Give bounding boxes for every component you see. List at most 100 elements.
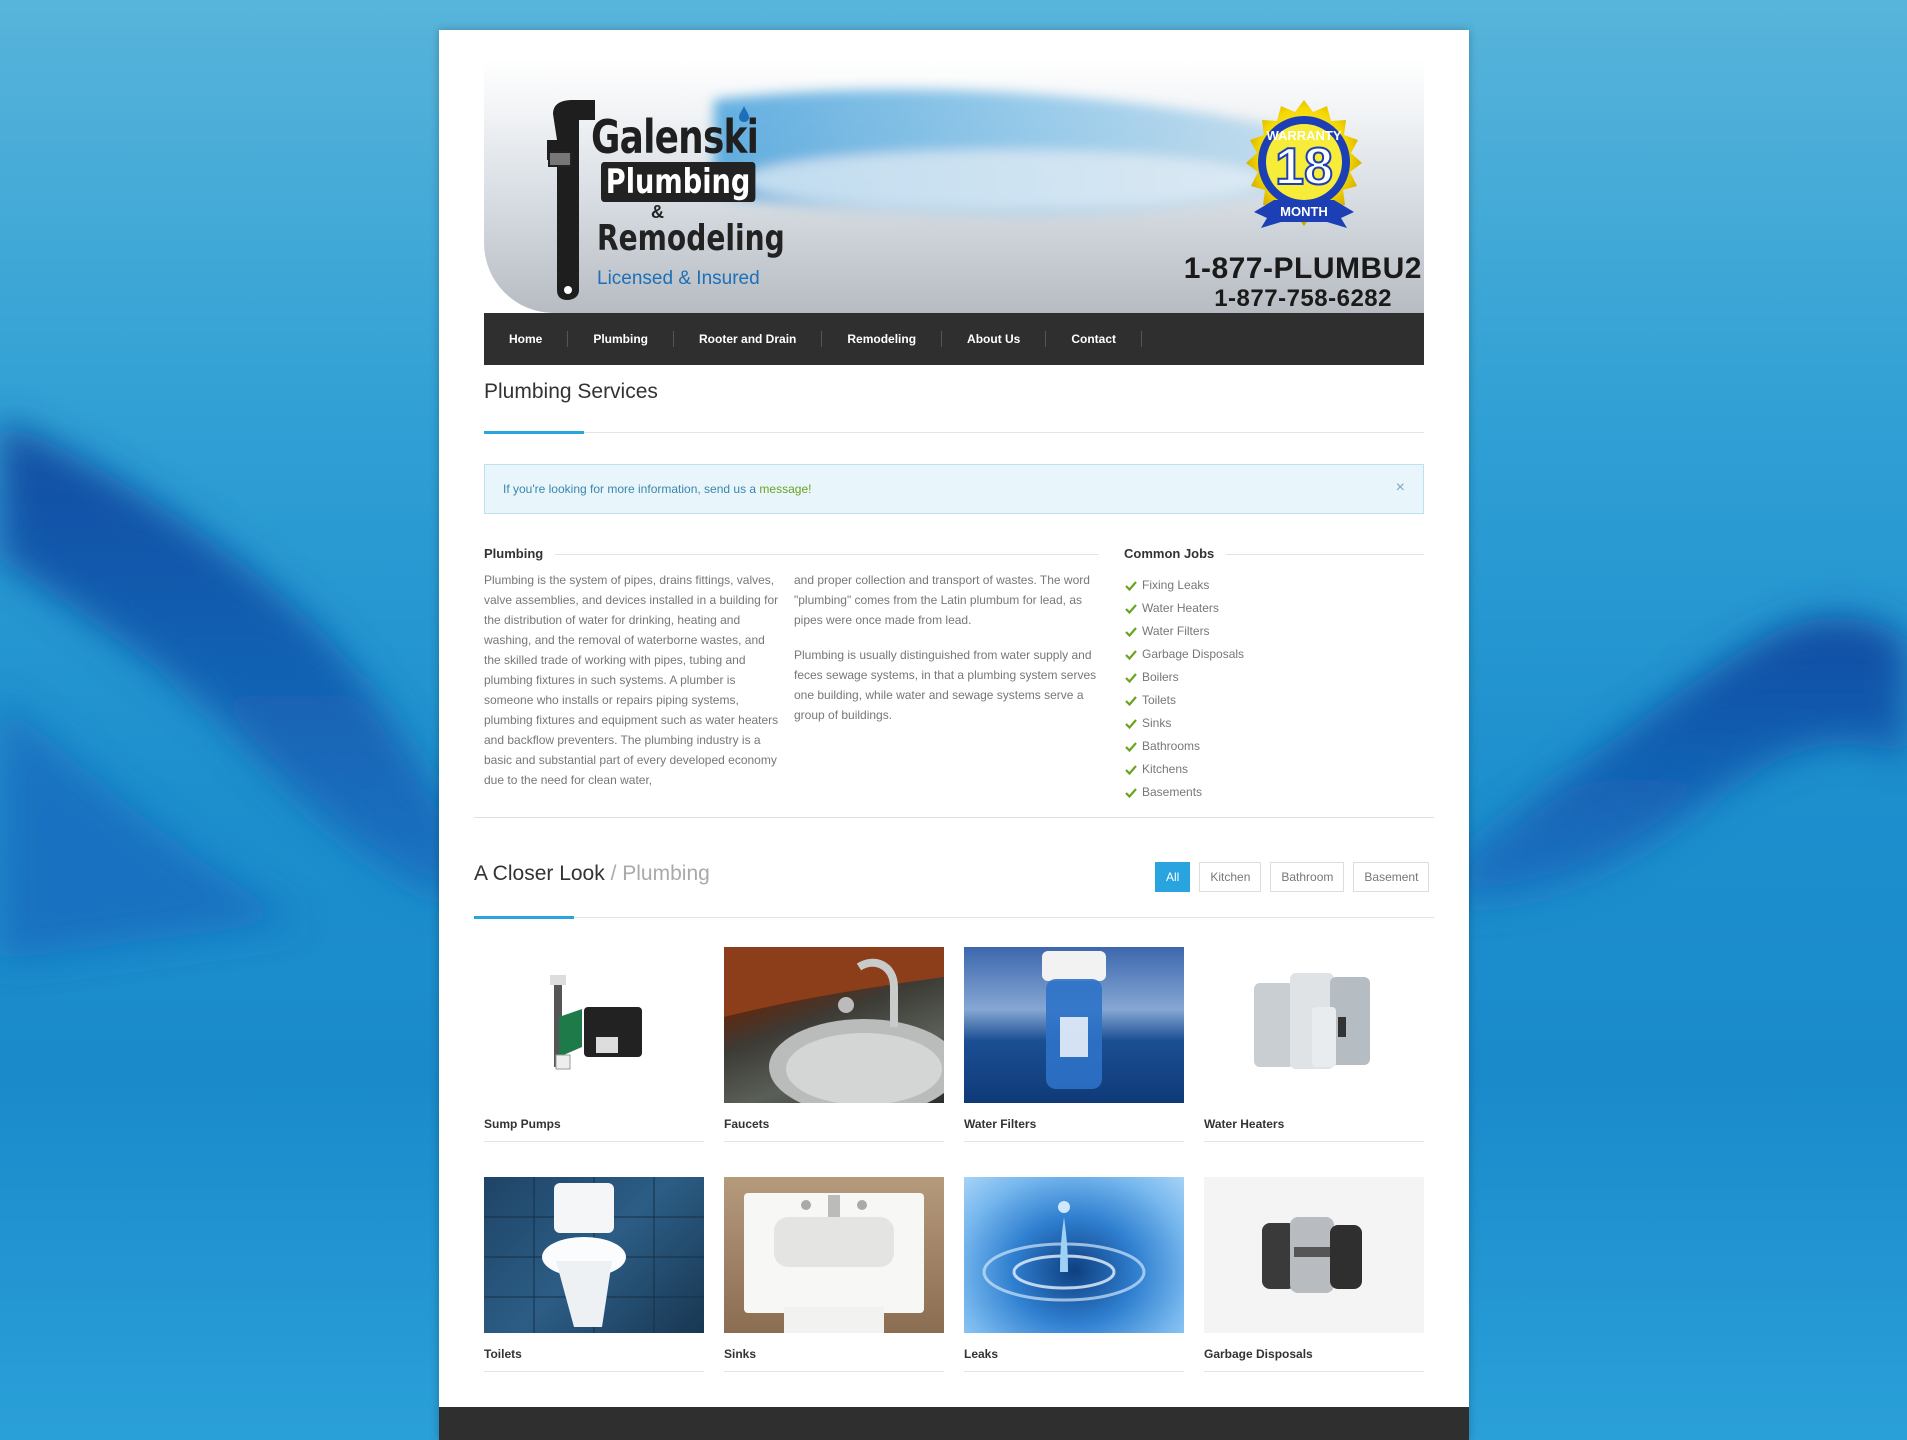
alert-text: If you're looking for more information, … [503,482,760,496]
list-item: Kitchens [1124,758,1244,781]
list-item: Fixing Leaks [1124,574,1244,597]
gallery-label[interactable]: Sinks [724,1347,944,1372]
job-label: Basements [1142,785,1203,799]
nav-about-us[interactable]: About Us [942,331,1047,347]
nav-remodeling[interactable]: Remodeling [822,331,943,347]
check-icon [1125,672,1137,683]
footer-bar [439,1407,1469,1440]
gallery-label[interactable]: Water Heaters [1204,1117,1424,1142]
check-icon [1125,626,1137,637]
title-divider [484,432,1424,433]
check-icon [1125,649,1137,660]
closer-look-subtitle: / Plumbing [604,862,710,885]
check-icon [1125,787,1137,798]
logo-name: Galenski [591,110,759,164]
check-icon [1125,764,1137,775]
list-item: Water Filters [1124,620,1244,643]
water-heater-image[interactable] [1204,947,1424,1103]
page-container: Galenski Plumbing & Remodeling Licensed … [439,30,1469,1440]
nav-home[interactable]: Home [484,331,569,347]
garbage-disposal-image[interactable] [1204,1177,1424,1333]
gallery-card-toilets[interactable]: Toilets [484,1177,704,1372]
company-logo[interactable]: Galenski Plumbing & Remodeling Licensed … [539,100,785,300]
closer-divider [474,917,1434,918]
list-item: Water Heaters [1124,597,1244,620]
gallery-card-leaks[interactable]: Leaks [964,1177,1184,1372]
filter-kitchen[interactable]: Kitchen [1199,862,1262,892]
plumbing-text-col1: Plumbing is the system of pipes, drains … [484,573,779,787]
gallery-card-faucets[interactable]: Faucets [724,947,944,1142]
title-accent-bar [484,431,584,434]
filter-bathroom[interactable]: Bathroom [1270,862,1345,892]
gallery-label[interactable]: Garbage Disposals [1204,1347,1424,1372]
check-icon [1125,718,1137,729]
gallery-label[interactable]: Toilets [484,1347,704,1372]
nav-plumbing[interactable]: Plumbing [568,331,675,347]
job-label: Kitchens [1142,762,1189,776]
gallery-label[interactable]: Leaks [964,1347,1184,1372]
job-label: Boilers [1142,670,1179,684]
job-label: Bathrooms [1142,739,1201,753]
job-label: Fixing Leaks [1142,578,1210,592]
sump-pump-image[interactable] [484,947,704,1103]
list-item: Bathrooms [1124,735,1244,758]
closer-accent-bar [474,916,574,919]
list-item: Sinks [1124,712,1244,735]
filter-basement[interactable]: Basement [1353,862,1430,892]
sink-image[interactable] [724,1177,944,1333]
main-nav: Home Plumbing Rooter and Drain Remodelin… [484,313,1424,365]
phone-numeric[interactable]: 1-877-758-6282 [1214,285,1392,313]
plumbing-heading: Plumbing [484,546,556,561]
gallery-card-sump-pumps[interactable]: Sump Pumps [484,947,704,1142]
gallery-label[interactable]: Water Filters [964,1117,1184,1142]
job-label: Garbage Disposals [1142,647,1245,661]
job-label: Water Filters [1142,624,1210,638]
toilet-image[interactable] [484,1177,704,1333]
job-label: Sinks [1142,716,1172,730]
header-banner: Galenski Plumbing & Remodeling Licensed … [484,60,1424,313]
list-item: Boilers [1124,666,1244,689]
badge-month-text: MONTH [1280,204,1328,219]
common-jobs-heading: Common Jobs [1124,546,1227,561]
gallery-card-sinks[interactable]: Sinks [724,1177,944,1372]
info-alert: If you're looking for more information, … [484,464,1424,514]
pipe-wrench-icon [547,100,595,300]
list-item: Toilets [1124,689,1244,712]
closer-look-title: A Closer Look / Plumbing [474,862,710,886]
check-icon [1125,580,1137,591]
list-item: Basements [1124,781,1244,804]
nav-rooter-and-drain[interactable]: Rooter and Drain [674,331,823,347]
check-icon [1125,603,1137,614]
gallery-card-water-filters[interactable]: Water Filters [964,947,1184,1142]
alert-message: If you're looking for more information, … [503,482,811,496]
faucet-image[interactable] [724,947,944,1103]
job-label: Toilets [1142,693,1177,707]
gallery-card-garbage-disposals[interactable]: Garbage Disposals [1204,1177,1424,1372]
logo-tagline: Licensed & Insured [597,268,760,289]
plumbing-text-col2b: Plumbing is usually distinguished from w… [794,648,1097,722]
gallery-card-water-heaters[interactable]: Water Heaters [1204,947,1424,1142]
alert-message-link[interactable]: message! [759,482,811,496]
closer-look-heading: A Closer Look [474,862,605,885]
page-title: Plumbing Services [484,380,658,403]
gallery-label[interactable]: Sump Pumps [484,1117,704,1142]
filter-all[interactable]: All [1155,862,1191,892]
gallery-label[interactable]: Faucets [724,1117,944,1142]
section-divider [474,817,1434,818]
badge-number: 18 [1275,138,1333,196]
close-icon[interactable]: × [1396,479,1405,497]
water-filter-image[interactable] [964,947,1184,1103]
phone-vanity[interactable]: 1-877-PLUMBU2 [1184,252,1422,286]
check-icon [1125,741,1137,752]
portfolio-filters: All Kitchen Bathroom Basement [1155,862,1430,892]
water-drop-icon [739,106,749,122]
plumbing-text-col2a: and proper collection and transport of w… [794,573,1090,627]
warranty-badge-icon: WARRANTY 18 MONTH [1246,100,1362,228]
water-drop-image[interactable] [964,1177,1184,1333]
check-icon [1125,695,1137,706]
common-jobs-list: Fixing Leaks Water Heaters Water Filters… [1124,574,1244,804]
nav-contact[interactable]: Contact [1046,331,1143,347]
plumbing-heading-line [484,554,1099,555]
logo-remodeling: Remodeling [597,218,785,259]
list-item: Garbage Disposals [1124,643,1244,666]
